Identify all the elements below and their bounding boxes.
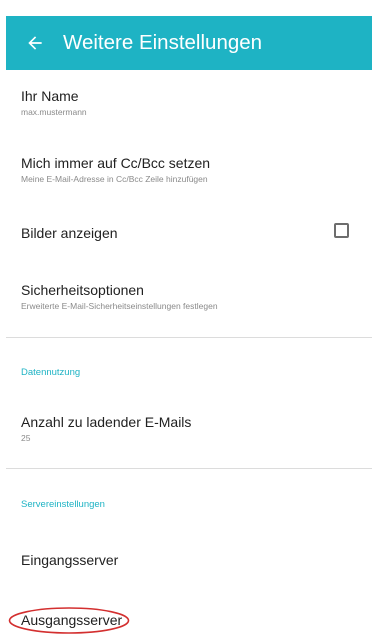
setting-always-cc-bcc-title: Mich immer auf Cc/Bcc setzen [21,155,211,171]
divider [6,468,372,469]
setting-incoming-server-title: Eingangsserver [21,552,119,568]
setting-email-count[interactable]: Anzahl zu ladender E-Mails 25 [21,414,352,443]
setting-security-options[interactable]: Sicherheitsoptionen Erweiterte E-Mail-Si… [21,282,352,311]
setting-your-name-value: max.mustermann [21,107,87,117]
setting-show-images-title: Bilder anzeigen [21,225,118,241]
setting-always-cc-bcc[interactable]: Mich immer auf Cc/Bcc setzen Meine E-Mai… [21,155,352,184]
arrow-back-icon[interactable] [25,33,45,53]
setting-show-images[interactable]: Bilder anzeigen [21,225,352,241]
setting-incoming-server[interactable]: Eingangsserver [21,552,352,568]
page-title: Weitere Einstellungen [63,31,263,54]
setting-your-name[interactable]: Ihr Name max.mustermann [21,88,352,117]
setting-security-options-summary: Erweiterte E-Mail-Sicherheitseinstellung… [21,301,218,311]
setting-email-count-title: Anzahl zu ladender E-Mails [21,414,192,430]
setting-always-cc-bcc-summary: Meine E-Mail-Adresse in Cc/Bcc Zeile hin… [21,174,208,184]
setting-email-count-value: 25 [21,433,31,443]
setting-security-options-title: Sicherheitsoptionen [21,282,144,298]
divider [6,337,372,338]
red-circle-annotation [8,607,130,634]
section-header-data-usage: Datennutzung [21,367,81,378]
show-images-checkbox[interactable] [334,223,349,238]
section-header-server-settings: Servereinstellungen [21,499,105,510]
app-bar: Weitere Einstellungen [6,16,372,70]
setting-your-name-title: Ihr Name [21,88,79,104]
